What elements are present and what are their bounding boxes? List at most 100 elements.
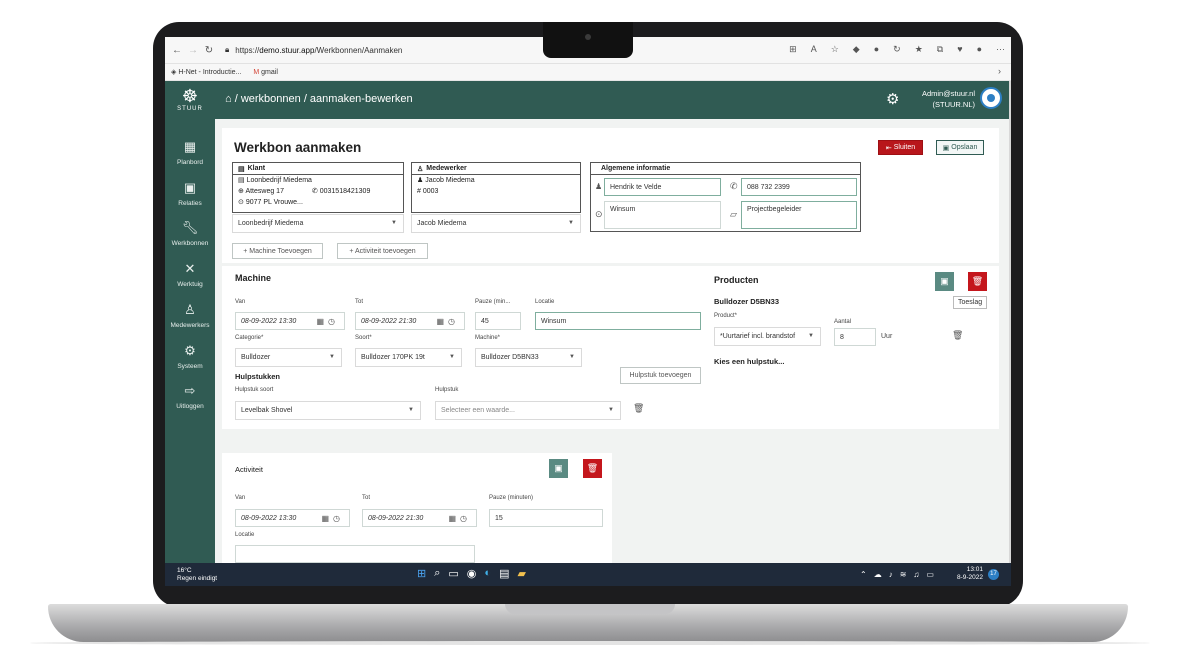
breadcrumb-path[interactable]: / werkbonnen / aanmaken-bewerken [235,93,413,105]
sidebar-item-label: Uitloggen [176,403,204,410]
chevron-right-icon[interactable]: › [998,66,1001,76]
person-icon: ♟ [595,182,603,191]
sidebar-item-werktuig[interactable]: ✕ Werktuig [165,261,215,288]
sidebar-item-planbord[interactable]: ▦ Planbord [165,139,215,166]
activity-van-field[interactable]: 08-09-2022 13:30 ▦◷ [235,509,350,527]
back-arrow-icon[interactable]: ← [169,45,185,56]
machine-tot-field[interactable]: 08-09-2022 21:30 ▦◷ [355,312,465,330]
machine-locatie-field[interactable]: Winsum [535,312,701,330]
product-label: Product* [714,313,738,319]
windows-start-icon[interactable]: ⊞ [417,567,426,580]
battery-icon[interactable]: ▭ [926,570,934,579]
activity-locatie-label: Locatie [235,532,255,538]
store-icon[interactable]: ▤ [499,567,509,580]
employee-select[interactable]: Jacob Miedema ▼ [411,214,581,233]
delete-activity-button[interactable]: 🗑︎ [583,459,602,478]
settings-gear-icon[interactable]: ⚙ [886,90,899,108]
employee-name: ♟ Jacob Miedema [417,177,475,184]
refresh-extension-icon[interactable]: ↻ [893,44,901,55]
more-menu-icon[interactable]: ··· [996,44,1005,55]
chevron-up-icon[interactable]: ⌃ [860,570,867,579]
calendar-clock-icon[interactable]: ▦◷ [436,317,459,326]
contact-phone-field[interactable]: 088 732 2399 [741,178,857,196]
camera [585,34,591,40]
collections-icon[interactable]: ⧉ [937,44,943,55]
page-scrollbar[interactable] [1009,81,1011,563]
delete-machine-button[interactable]: 🗑︎ [968,272,987,291]
sidebar-item-systeem[interactable]: ⚙ Systeem [165,343,215,370]
machine-pauze-field[interactable]: 45 [475,312,521,330]
save-button[interactable]: ▣ Opslaan [936,140,984,155]
sidebar-item-relaties[interactable]: ▣ Relaties [165,180,215,207]
favorites-icon[interactable]: ★ [915,44,923,55]
address-bar[interactable]: 🔒︎ https://demo.stuur.app/Werkbonnen/Aan… [225,45,402,55]
read-aloud-icon[interactable]: A [811,44,817,55]
laptop-screen: ← → ↻ 🔒︎ https://demo.stuur.app/Werkbonn… [165,37,1011,586]
location-textarea[interactable]: Winsum [604,201,721,229]
forward-arrow-icon[interactable]: → [185,45,201,56]
hulpstuk-select[interactable]: Selecteer een waarde... ▼ [435,401,621,420]
activity-locatie-field[interactable] [235,545,475,563]
volume-icon[interactable]: ♫ [913,570,919,579]
add-activity-button[interactable]: + Activiteit toevoegen [337,243,428,259]
product-select[interactable]: *Uurtarief incl. brandstof ▼ [714,327,821,346]
machine-select[interactable]: Bulldozer D5BN33 ▼ [475,348,582,367]
user-info[interactable]: Admin@stuur.nl (STUUR.NL) [917,88,975,110]
customer-postal: ⊙ 9077 PL Vrouwe... [238,199,303,206]
laptop-mockup: ← → ↻ 🔒︎ https://demo.stuur.app/Werkbonn… [0,0,1200,664]
calendar-clock-icon[interactable]: ▦◷ [321,514,344,523]
sidebar-item-medewerkers[interactable]: ♙ Medewerkers [165,302,215,329]
sidebar-item-uitloggen[interactable]: ⇨ Uitloggen [165,383,215,410]
person-icon: ♙ [417,165,424,173]
cloud-icon[interactable]: ☁ [874,570,882,579]
heart-icon[interactable]: ♥ [957,44,962,55]
folder-icon[interactable]: ▰ [517,567,525,580]
chat-icon[interactable]: ◉ [467,567,477,580]
activity-pauze-field[interactable]: 15 [489,509,603,527]
notification-badge[interactable]: 17 [988,569,999,580]
microphone-icon[interactable]: ♪ [889,570,893,579]
home-icon[interactable]: ⌂ [225,93,232,105]
sidebar-item-werkbonnen[interactable]: 🔧︎ Werkbonnen [165,220,215,247]
clipboard-add-button[interactable]: ▣ [935,272,954,291]
app-icon[interactable]: ⊞ [789,44,797,55]
close-button[interactable]: ⇤ Sluiten [878,140,923,155]
reload-icon[interactable]: ↻ [201,45,217,56]
employee-info-box: ♙ Medewerker ♟ Jacob Miedema # 0003 [411,162,581,213]
extension-icon[interactable]: ◆ [853,44,860,55]
logo[interactable]: ☸ STUUR [165,87,215,112]
avatar[interactable] [980,87,1002,109]
weather-widget[interactable]: 16°C Regen eindigt [177,567,217,583]
trash-icon[interactable]: 🗑︎ [633,403,644,414]
role-textarea[interactable]: Projectbegeleider [741,201,857,229]
bookmark-gmail[interactable]: M gmail [253,69,278,76]
categorie-select[interactable]: Bulldozer ▼ [235,348,342,367]
extension-icon[interactable]: ● [874,44,879,55]
task-view-icon[interactable]: ▭ [448,567,458,580]
edge-browser-icon[interactable]: ◐ [484,567,491,580]
chevron-down-icon: ▼ [391,220,397,226]
customer-street-phone: ⊕ Attesweg 17 ✆ 0031518421309 [238,188,371,195]
soort-select[interactable]: Bulldozer 170PK 19t ▼ [355,348,462,367]
contact-person-field[interactable]: Hendrik te Velde [604,178,721,196]
add-hulpstuk-button[interactable]: Hulpstuk toevoegen [620,367,701,384]
hulpstuk-soort-select[interactable]: Levelbak Shovel ▼ [235,401,421,420]
trash-icon[interactable]: 🗑︎ [952,330,963,341]
system-clock[interactable]: 13:01 8-9-2022 [957,566,983,582]
clipboard-add-button[interactable]: ▣ [549,459,568,478]
logo-text: STUUR [177,106,203,112]
profile-icon[interactable]: ● [977,44,982,55]
add-machine-button[interactable]: + Machine Toevoegen [232,243,323,259]
activity-tot-field[interactable]: 08-09-2022 21:30 ▦◷ [362,509,477,527]
calendar-clock-icon[interactable]: ▦◷ [316,317,339,326]
calendar-clock-icon[interactable]: ▦◷ [448,514,471,523]
aantal-field[interactable]: 8 [834,328,876,346]
wifi-icon[interactable]: ≋ [900,570,907,579]
bookmark-hnet[interactable]: ◈ H-Net - Introductie... [171,68,241,76]
breadcrumb: ⌂ / werkbonnen / aanmaken-bewerken [225,93,413,105]
customer-select[interactable]: Loonbedrijf Miedema ▼ [232,214,404,233]
machine-van-field[interactable]: 08-09-2022 13:30 ▦◷ [235,312,345,330]
person-icon: ♙ [184,302,196,317]
search-icon[interactable]: ⌕ [434,567,440,580]
favorite-add-icon[interactable]: ☆ [831,44,839,55]
